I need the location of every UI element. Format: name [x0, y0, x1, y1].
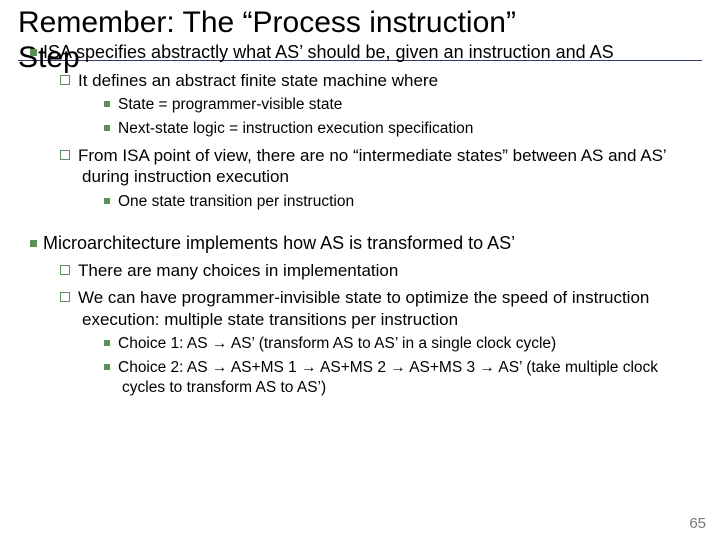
square-bullet-icon	[104, 198, 110, 204]
bullet-choice-1-text: Choice 1: AS → AS’ (transform AS to AS’ …	[118, 335, 556, 352]
hollow-bullet-icon	[60, 75, 70, 85]
bullet-no-intermediate-text: From ISA point of view, there are no “in…	[78, 146, 666, 186]
bullet-one-transition-text: One state transition per instruction	[118, 193, 354, 210]
bullet-no-intermediate: From ISA point of view, there are no “in…	[60, 145, 702, 188]
bullet-microarch: Microarchitecture implements how AS is t…	[30, 232, 702, 255]
square-bullet-icon	[104, 340, 110, 346]
square-bullet-icon	[30, 240, 37, 247]
bullet-isa: ISA specifies abstractly what AS’ should…	[30, 41, 702, 64]
hollow-bullet-icon	[60, 150, 70, 160]
bullet-one-transition: One state transition per instruction	[104, 192, 702, 212]
hollow-bullet-icon	[60, 265, 70, 275]
bullet-next-state: Next-state logic = instruction execution…	[104, 119, 702, 139]
bullet-invisible-state-text: We can have programmer-invisible state t…	[78, 288, 649, 328]
bullet-isa-text: ISA specifies abstractly what AS’ should…	[43, 42, 614, 62]
bullet-invisible-state: We can have programmer-invisible state t…	[60, 287, 702, 330]
bullet-state: State = programmer-visible state	[104, 95, 702, 115]
bullet-many-choices: There are many choices in implementation	[60, 260, 702, 281]
bullet-choice-1: Choice 1: AS → AS’ (transform AS to AS’ …	[104, 334, 702, 354]
hollow-bullet-icon	[60, 292, 70, 302]
bullet-next-state-text: Next-state logic = instruction execution…	[118, 120, 473, 137]
page-number: 65	[689, 515, 706, 532]
bullet-choice-2-text: Choice 2: AS → AS+MS 1 → AS+MS 2 → AS+MS…	[118, 359, 658, 396]
title-line-1: Remember: The “Process instruction”	[18, 6, 516, 39]
bullet-many-choices-text: There are many choices in implementation	[78, 261, 398, 280]
square-bullet-icon	[30, 49, 37, 56]
bullet-choice-2: Choice 2: AS → AS+MS 1 → AS+MS 2 → AS+MS…	[104, 358, 702, 398]
slide: Remember: The “Process instruction” Step…	[0, 0, 720, 540]
square-bullet-icon	[104, 125, 110, 131]
square-bullet-icon	[104, 101, 110, 107]
square-bullet-icon	[104, 364, 110, 370]
bullet-state-text: State = programmer-visible state	[118, 96, 342, 113]
bullet-microarch-text: Microarchitecture implements how AS is t…	[43, 233, 515, 253]
